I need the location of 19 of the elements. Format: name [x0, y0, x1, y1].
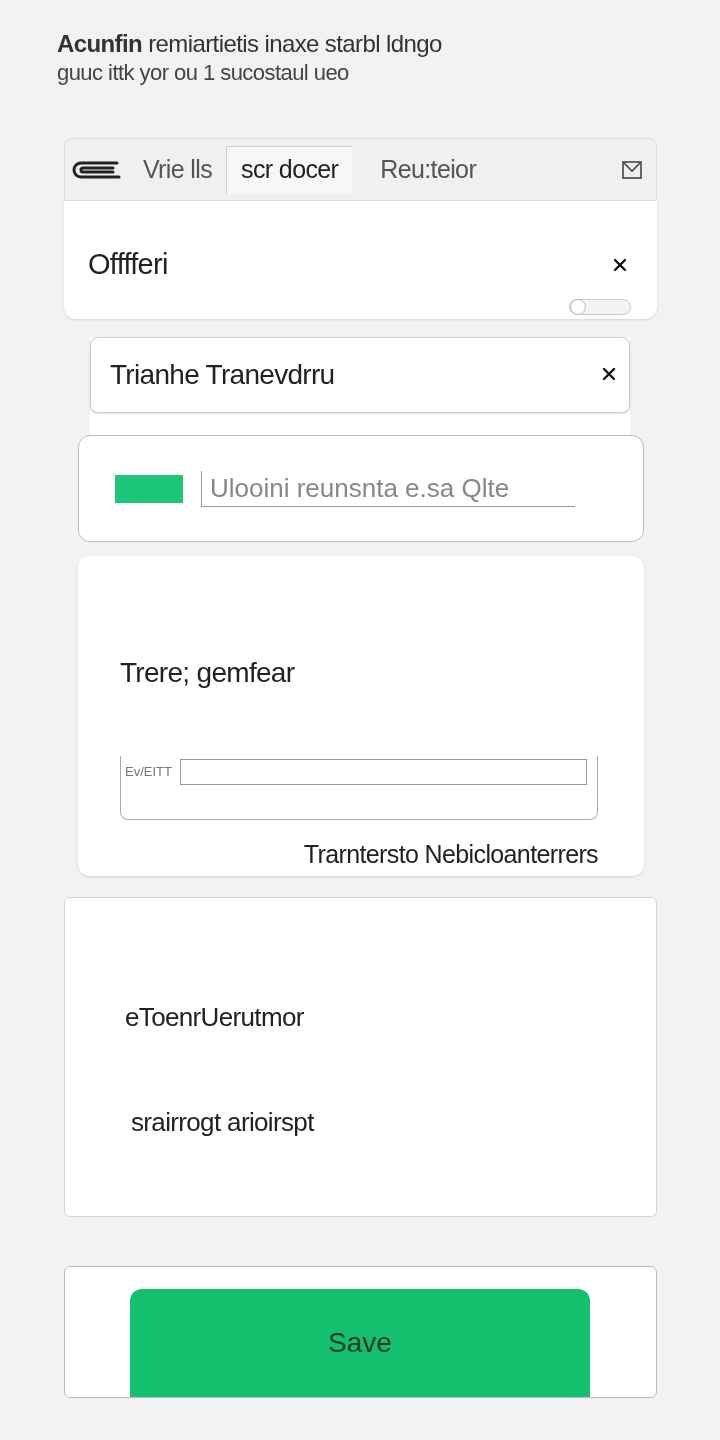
details-caption: Trarnterstо Nebicloanterrers [303, 839, 598, 870]
details-field[interactable]: Ev/EITT [120, 756, 598, 820]
tab[interactable]: scr docer [226, 145, 353, 194]
info-text: srairrogt arioirspt [130, 1106, 316, 1139]
details-heading: Trere; gemfear [120, 656, 296, 690]
close-icon [602, 367, 616, 381]
toggle-switch[interactable] [569, 298, 631, 315]
name-field[interactable]: Trianhe Tranevdrru [90, 337, 630, 413]
page-subtitle: guuc ittk yor ou 1 sucostaul ueo [57, 59, 350, 87]
close-icon [613, 257, 627, 272]
field-label: Ev/EITT [125, 763, 172, 781]
text-field[interactable]: Ulooini reunsnta e.sa Qlte [201, 470, 575, 507]
tab[interactable]: Vrie lls [129, 145, 227, 194]
info-text: eToenrUerutmor [125, 1001, 305, 1034]
tab[interactable]: Reu:teior [366, 145, 491, 194]
color-swatch[interactable] [115, 474, 183, 503]
page-title: Acunfin remiartietis inaxe starbl ldngo [57, 30, 443, 58]
save-button[interactable]: Save [130, 1289, 590, 1397]
offer-label: Offfferi [88, 247, 168, 282]
